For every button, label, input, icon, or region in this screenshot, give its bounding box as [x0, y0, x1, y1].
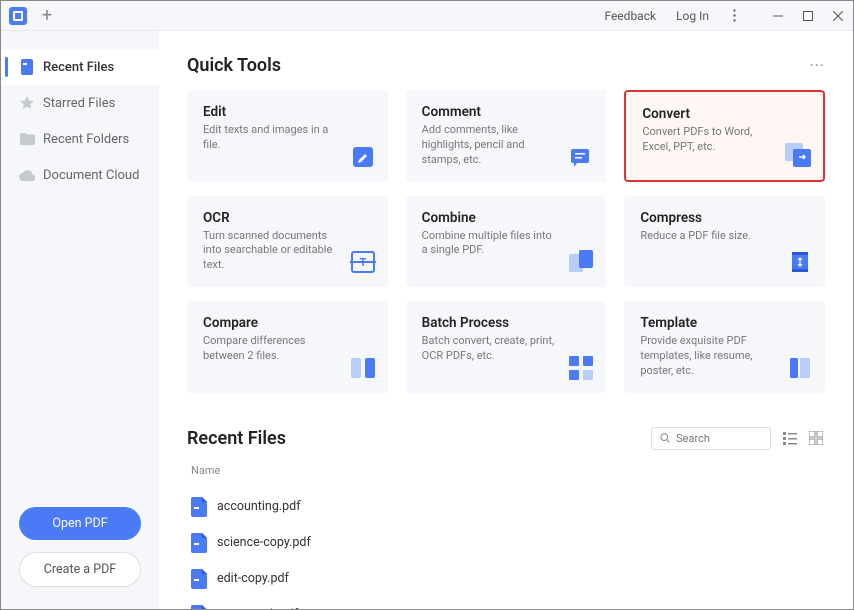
tool-card-convert[interactable]: Convert Convert PDFs to Word, Excel, PPT,… — [624, 90, 825, 182]
sidebar-item-recent-files[interactable]: Recent Files — [1, 49, 159, 85]
star-icon — [19, 95, 35, 111]
tool-desc: Reduce a PDF file size. — [640, 229, 775, 244]
convert-icon — [785, 142, 811, 168]
tool-title: Comment — [422, 104, 557, 120]
open-pdf-button[interactable]: Open PDF — [19, 507, 141, 540]
recent-file-item[interactable]: watermark.pdf — [187, 597, 825, 609]
compare-icon — [350, 355, 376, 381]
tool-title: OCR — [203, 210, 338, 226]
pdf-file-icon — [191, 605, 207, 609]
compress-icon — [787, 249, 813, 275]
tool-title: Compare — [203, 315, 338, 331]
tool-card-compress[interactable]: Compress Reduce a PDF file size. — [624, 196, 825, 288]
tool-title: Compress — [640, 210, 775, 226]
tool-title: Template — [640, 315, 775, 331]
list-view-toggle[interactable] — [783, 430, 799, 446]
tool-card-comment[interactable]: Comment Add comments, like highlights, pe… — [406, 90, 607, 182]
tool-desc: Provide exquisite PDF templates, like re… — [640, 334, 775, 379]
sidebar-item-label: Recent Folders — [43, 132, 129, 147]
tool-desc: Turn scanned documents into searchable o… — [203, 229, 338, 274]
comment-icon — [568, 144, 594, 170]
close-button[interactable] — [823, 1, 853, 31]
tool-title: Combine — [422, 210, 557, 226]
edit-icon — [350, 144, 376, 170]
minimize-button[interactable] — [763, 1, 793, 31]
tool-desc: Compare differences between 2 files. — [203, 334, 338, 364]
tool-desc: Combine multiple files into a single PDF… — [422, 229, 557, 259]
ocr-icon: T — [350, 249, 376, 275]
new-tab-button[interactable]: + — [35, 4, 59, 28]
recent-file-item[interactable]: science-copy.pdf — [187, 525, 825, 561]
kebab-menu-icon[interactable] — [719, 1, 749, 31]
cloud-icon — [19, 167, 35, 183]
main-content: Quick Tools ··· Edit Edit texts and image… — [159, 31, 853, 609]
grid-view-toggle[interactable] — [809, 430, 825, 446]
sidebar-item-starred-files[interactable]: Starred Files — [1, 85, 159, 121]
sidebar-item-label: Recent Files — [43, 60, 114, 75]
tool-card-ocr[interactable]: OCR Turn scanned documents into searchabl… — [187, 196, 388, 288]
recent-column-name: Name — [187, 458, 825, 483]
tool-card-template[interactable]: Template Provide exquisite PDF templates,… — [624, 301, 825, 393]
more-menu-icon[interactable]: ··· — [809, 56, 825, 75]
pdf-file-icon — [191, 497, 207, 517]
tool-desc: Edit texts and images in a file. — [203, 123, 338, 153]
pdf-file-icon — [191, 533, 207, 553]
tool-card-batch-process[interactable]: Batch Process Batch convert, create, prin… — [406, 301, 607, 393]
sidebar-item-label: Starred Files — [43, 96, 115, 111]
tool-title: Convert — [642, 106, 773, 122]
app-logo — [9, 7, 27, 25]
search-icon — [660, 432, 670, 444]
recent-list: accounting.pdf science-copy.pdf edit-copy.… — [187, 489, 825, 609]
quick-tools-title: Quick Tools — [187, 55, 281, 76]
search-box[interactable] — [651, 427, 771, 450]
combine-icon — [568, 249, 594, 275]
file-name: edit-copy.pdf — [217, 571, 289, 586]
file-name: science-copy.pdf — [217, 535, 311, 550]
tool-title: Edit — [203, 104, 338, 120]
folder-icon — [19, 131, 35, 147]
sidebar-item-document-cloud[interactable]: Document Cloud — [1, 157, 159, 193]
tool-grid: Edit Edit texts and images in a file. Comm… — [187, 90, 825, 393]
maximize-button[interactable] — [793, 1, 823, 31]
recent-files-title: Recent Files — [187, 428, 286, 449]
tool-desc: Add comments, like highlights, pencil an… — [422, 123, 557, 168]
feedback-link[interactable]: Feedback — [594, 9, 666, 23]
tool-card-edit[interactable]: Edit Edit texts and images in a file. — [187, 90, 388, 182]
recent-file-item[interactable]: accounting.pdf — [187, 489, 825, 525]
tool-title: Batch Process — [422, 315, 557, 331]
tool-desc: Batch convert, create, print, OCR PDFs, … — [422, 334, 557, 364]
file-name: accounting.pdf — [217, 499, 301, 514]
tool-card-combine[interactable]: Combine Combine multiple files into a sin… — [406, 196, 607, 288]
tool-card-compare[interactable]: Compare Compare differences between 2 fil… — [187, 301, 388, 393]
sidebar: Recent Files Starred Files Recent Folder… — [1, 31, 159, 609]
file-name: watermark.pdf — [217, 607, 298, 609]
create-pdf-button[interactable]: Create a PDF — [19, 552, 141, 587]
recent-file-item[interactable]: edit-copy.pdf — [187, 561, 825, 597]
sidebar-item-recent-folders[interactable]: Recent Folders — [1, 121, 159, 157]
titlebar: + Feedback Log In — [1, 1, 853, 31]
sidebar-item-label: Document Cloud — [43, 168, 139, 183]
search-input[interactable] — [676, 432, 762, 445]
pdf-file-icon — [191, 569, 207, 589]
template-icon — [787, 355, 813, 381]
login-link[interactable]: Log In — [666, 9, 719, 23]
tool-desc: Convert PDFs to Word, Excel, PPT, etc. — [642, 125, 773, 155]
document-icon — [19, 59, 35, 75]
batch-process-icon — [568, 355, 594, 381]
